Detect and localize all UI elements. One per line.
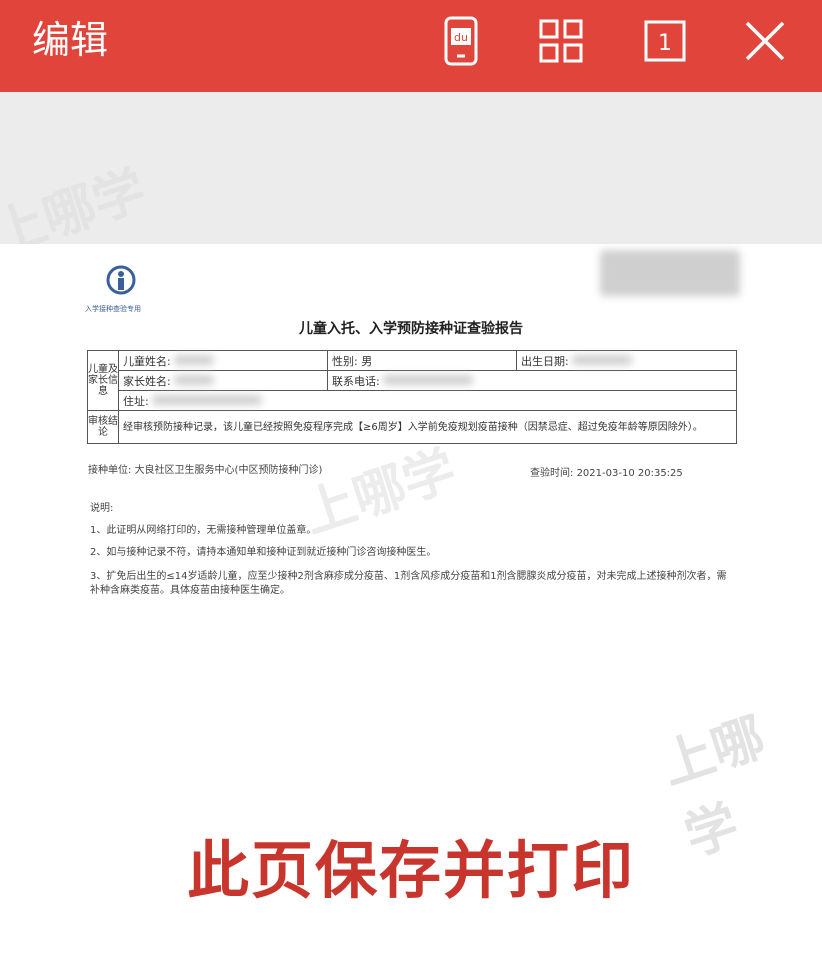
svg-text:du: du [454,31,468,44]
address-label: 住址: [123,394,149,408]
phone-du-icon[interactable]: du [434,14,488,68]
note-3: 3、扩免后出生的≤14岁适龄儿童，应至少接种2剂含麻疹成分疫苗、1剂含风疹成分疫… [90,571,727,596]
gender-value: 男 [361,354,373,368]
phone-label: 联系电话: [332,374,380,388]
blurred-code [600,250,740,296]
time-line: 查验时间: 2021-03-10 20:35:25 [530,468,683,479]
edit-title[interactable]: 编辑 [32,18,108,62]
child-name-label: 儿童姓名: [123,354,171,368]
logo-label: 入学接种查验专用 [85,305,141,313]
health-logo-icon [105,264,137,304]
section-child-label: 儿童及家长信息 [87,350,119,411]
note-2: 2、如与接种记录不符，请持本通知单和接种证到就近接种门诊咨询接种医生。 [90,547,437,558]
top-toolbar: 编辑 du 1 [0,0,822,92]
note-1: 1、此证明从网络打印的，无需接种管理单位盖章。 [90,525,317,536]
svg-text:1: 1 [658,31,672,56]
birth-label: 出生日期: [521,354,569,368]
report-table: 儿童及家长信息 儿童姓名: 性别: 男 出生日期: 家长姓名: 联系电话: 住址… [87,350,737,444]
section-review-label: 审核结论 [87,410,119,444]
page-one-icon[interactable]: 1 [638,14,692,68]
parent-name-label: 家长姓名: [123,374,171,388]
save-print-caption: 此页保存并打印 [186,834,635,907]
gender-label: 性别: [332,354,358,368]
grid-icon[interactable] [534,14,588,68]
close-icon[interactable] [738,14,792,68]
report-title: 儿童入托、入学预防接种证查验报告 [299,321,523,337]
